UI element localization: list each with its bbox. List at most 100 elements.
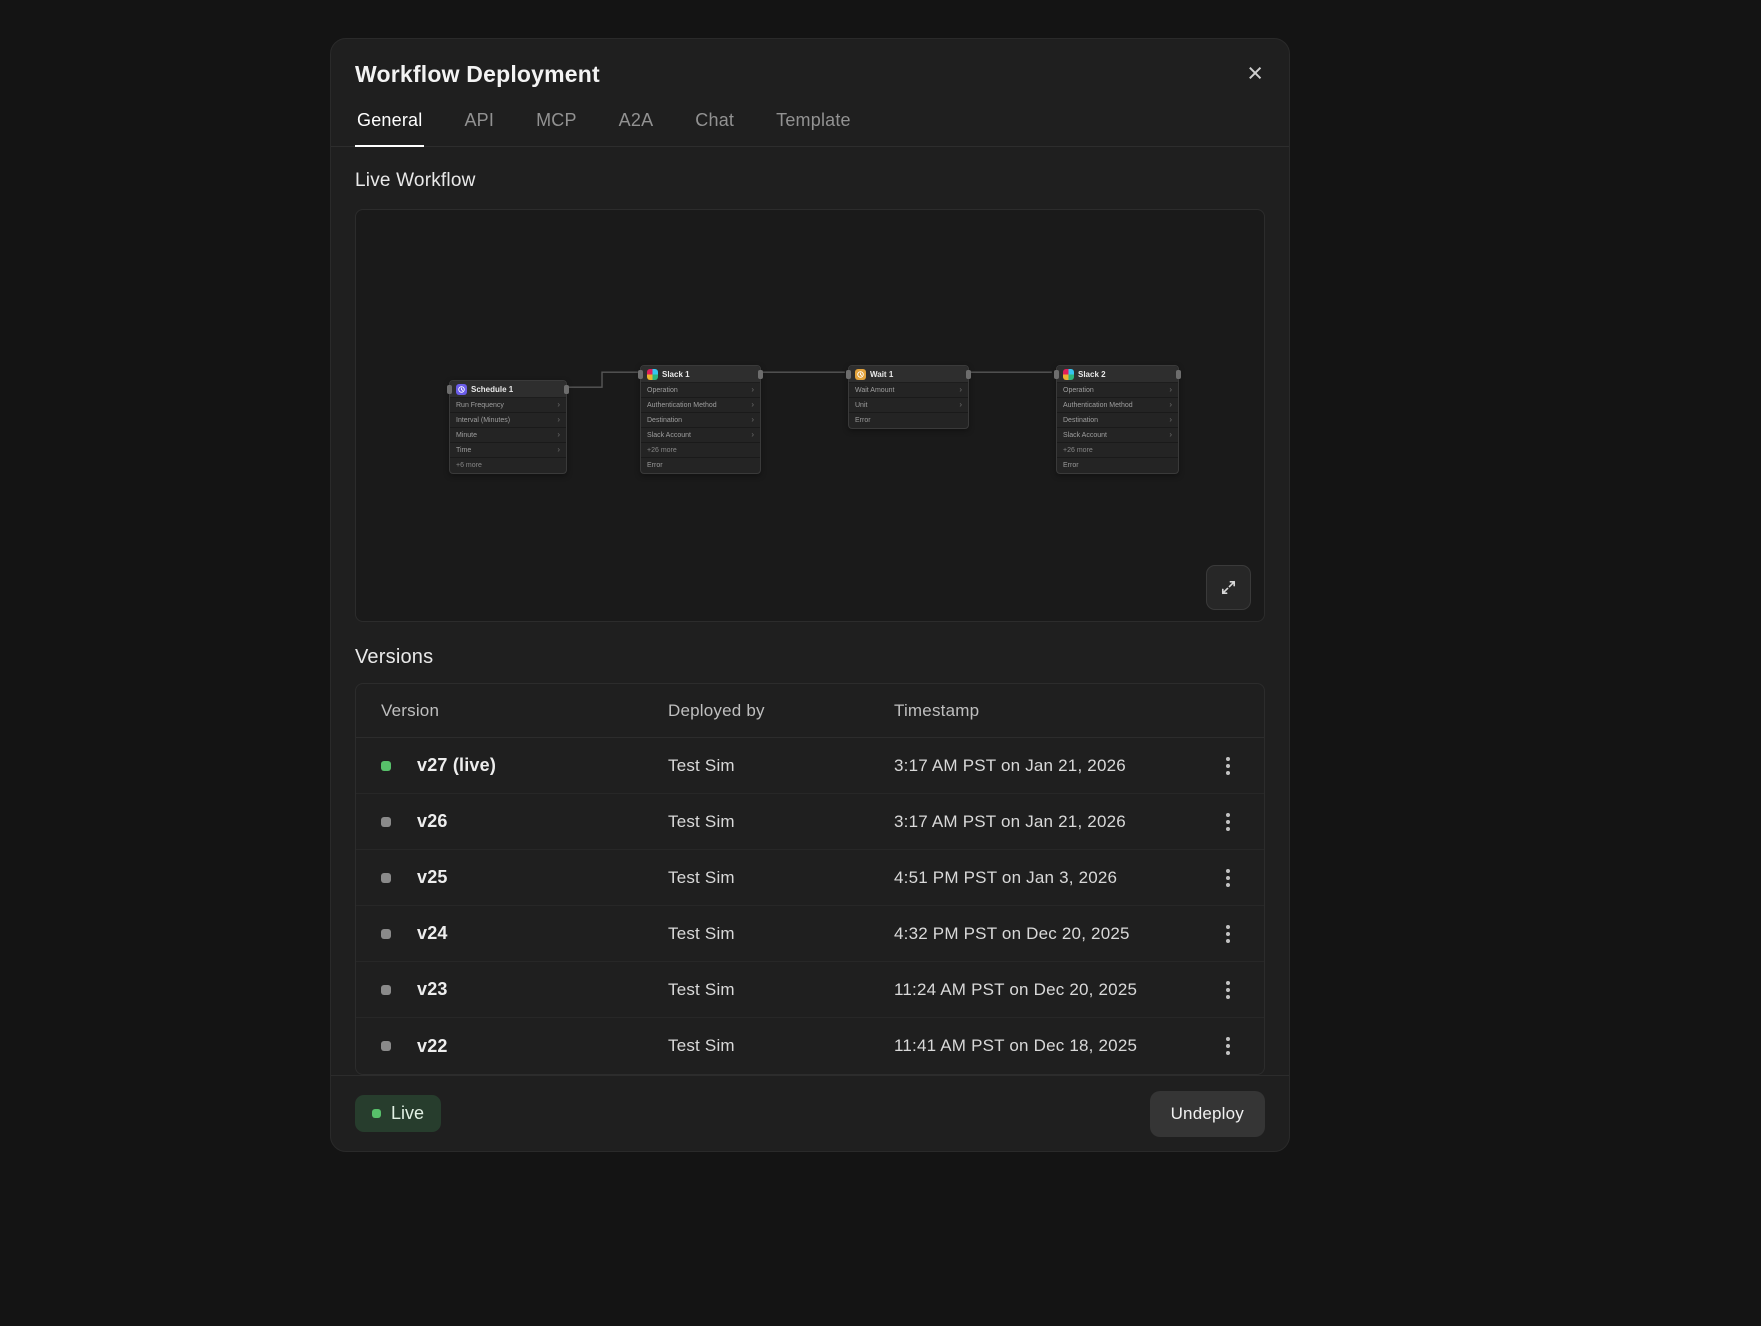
row-menu-button[interactable] [1213, 751, 1243, 781]
row-menu-button[interactable] [1213, 919, 1243, 949]
deployed-by: Test Sim [668, 980, 894, 1000]
node-field-label: Interval (Minutes) [456, 417, 510, 424]
node-output-port[interactable] [564, 385, 569, 394]
node-output-port[interactable] [1176, 370, 1181, 379]
version-row: v25 Test Sim 4:51 PM PST on Jan 3, 2026 [356, 850, 1264, 906]
node-body: Wait Amount›Unit›Error [849, 383, 968, 428]
node-field-label: Operation [1063, 387, 1094, 394]
row-menu-button[interactable] [1213, 975, 1243, 1005]
node-field-row[interactable]: Error [849, 413, 968, 428]
workflow-canvas[interactable]: Schedule 1 Run Frequency›Interval (Minut… [355, 209, 1265, 622]
row-menu-button[interactable] [1213, 863, 1243, 893]
node-field-label: Time [456, 447, 471, 454]
node-field-row[interactable]: Operation› [641, 383, 760, 398]
kebab-icon [1226, 813, 1230, 817]
version-row: v26 Test Sim 3:17 AM PST on Jan 21, 2026 [356, 794, 1264, 850]
version-status-dot [381, 761, 391, 771]
node-field-row[interactable]: Unit› [849, 398, 968, 413]
node-field-row[interactable]: Error [641, 458, 760, 473]
node-field-row[interactable]: Slack Account › [1057, 428, 1178, 443]
node-input-port[interactable] [447, 385, 452, 394]
node-field-row[interactable]: Slack Account› [641, 428, 760, 443]
node-field-label: Error [1063, 462, 1079, 469]
workflow-deployment-modal: Workflow Deployment × General API MCP A2… [330, 38, 1290, 1152]
timestamp: 3:17 AM PST on Jan 21, 2026 [894, 756, 1204, 776]
live-status-dot [372, 1109, 381, 1118]
timestamp: 4:51 PM PST on Jan 3, 2026 [894, 868, 1204, 888]
timestamp: 3:17 AM PST on Jan 21, 2026 [894, 812, 1204, 832]
node-body: Operation›Authentication Method›Destinat… [641, 383, 760, 473]
node-field-row[interactable]: +26 more [1057, 443, 1178, 458]
wait-clock-icon [855, 369, 866, 380]
workflow-node[interactable]: Slack 1 Operation›Authentication Method›… [640, 365, 761, 474]
version-status-dot [381, 985, 391, 995]
node-field-row[interactable]: Operation› [1057, 383, 1178, 398]
versions-table-body: v27 (live) Test Sim 3:17 AM PST on Jan 2… [356, 738, 1264, 1074]
node-field-label: Slack Account [647, 432, 691, 439]
node-field-label: Wait Amount [855, 387, 894, 394]
node-field-row[interactable]: Minute› [450, 428, 566, 443]
slack-icon [647, 369, 658, 380]
version-status-dot [381, 1041, 391, 1051]
version-label: v27 (live) [417, 755, 496, 776]
kebab-icon [1226, 1037, 1230, 1041]
node-input-port[interactable] [846, 370, 851, 379]
schedule-clock-icon [456, 384, 467, 395]
node-output-port[interactable] [966, 370, 971, 379]
node-field-row[interactable]: Run Frequency› [450, 398, 566, 413]
node-field-row[interactable]: Authentication Method› [1057, 398, 1178, 413]
tab-a2a[interactable]: A2A [617, 110, 656, 147]
node-field-row[interactable]: +26 more [641, 443, 760, 458]
tab-general[interactable]: General [355, 110, 424, 147]
node-input-port[interactable] [638, 370, 643, 379]
tab-template[interactable]: Template [774, 110, 853, 147]
modal-body: Live Workflow Schedule 1 Run Frequency›I… [331, 147, 1289, 1075]
expand-workflow-button[interactable] [1206, 565, 1251, 610]
node-field-row[interactable]: Destination › [641, 413, 760, 428]
version-row: v24 Test Sim 4:32 PM PST on Dec 20, 2025 [356, 906, 1264, 962]
chevron-right-icon: › [1169, 431, 1172, 439]
versions-table: Version Deployed by Timestamp v27 (live)… [355, 683, 1265, 1075]
node-field-row[interactable]: Authentication Method› [641, 398, 760, 413]
tab-mcp[interactable]: MCP [534, 110, 579, 147]
node-field-row[interactable]: Wait Amount› [849, 383, 968, 398]
node-field-row[interactable]: Destination› [1057, 413, 1178, 428]
node-field-label: +26 more [1063, 447, 1093, 454]
node-input-port[interactable] [1054, 370, 1059, 379]
node-field-label: Slack Account [1063, 432, 1107, 439]
workflow-node[interactable]: Schedule 1 Run Frequency›Interval (Minut… [449, 380, 567, 474]
node-field-label: Destination [647, 417, 682, 424]
node-title: Slack 2 [1078, 370, 1106, 379]
node-field-label: Error [647, 462, 663, 469]
node-output-port[interactable] [758, 370, 763, 379]
row-menu-button[interactable] [1213, 1031, 1243, 1061]
undeploy-button[interactable]: Undeploy [1150, 1091, 1265, 1137]
node-field-row[interactable]: Error [1057, 458, 1178, 473]
tab-chat[interactable]: Chat [693, 110, 736, 147]
version-row: v23 Test Sim 11:24 AM PST on Dec 20, 202… [356, 962, 1264, 1018]
version-row: v22 Test Sim 11:41 AM PST on Dec 18, 202… [356, 1018, 1264, 1074]
node-header: Slack 1 [641, 366, 760, 383]
version-row: v27 (live) Test Sim 3:17 AM PST on Jan 2… [356, 738, 1264, 794]
modal-footer: Live Undeploy [331, 1075, 1289, 1151]
slack-icon [1063, 369, 1074, 380]
column-header-timestamp: Timestamp [894, 701, 1204, 721]
version-label: v22 [417, 1036, 448, 1057]
workflow-node[interactable]: Wait 1 Wait Amount›Unit›Error [848, 365, 969, 429]
node-title: Wait 1 [870, 370, 893, 379]
row-menu-button[interactable] [1213, 807, 1243, 837]
node-field-row[interactable]: Interval (Minutes)› [450, 413, 566, 428]
deployed-by: Test Sim [668, 868, 894, 888]
node-field-label: Operation [647, 387, 678, 394]
node-field-row[interactable]: +6 more [450, 458, 566, 473]
kebab-icon [1226, 981, 1230, 985]
chevron-right-icon: › [557, 431, 560, 439]
node-field-row[interactable]: Time› [450, 443, 566, 458]
node-header: Slack 2 [1057, 366, 1178, 383]
tab-api[interactable]: API [462, 110, 496, 147]
chevron-right-icon: › [751, 416, 754, 424]
node-field-label: Unit [855, 402, 867, 409]
workflow-node[interactable]: Slack 2 Operation›Authentication Method›… [1056, 365, 1179, 474]
kebab-icon [1226, 869, 1230, 873]
close-button[interactable]: × [1245, 61, 1265, 85]
